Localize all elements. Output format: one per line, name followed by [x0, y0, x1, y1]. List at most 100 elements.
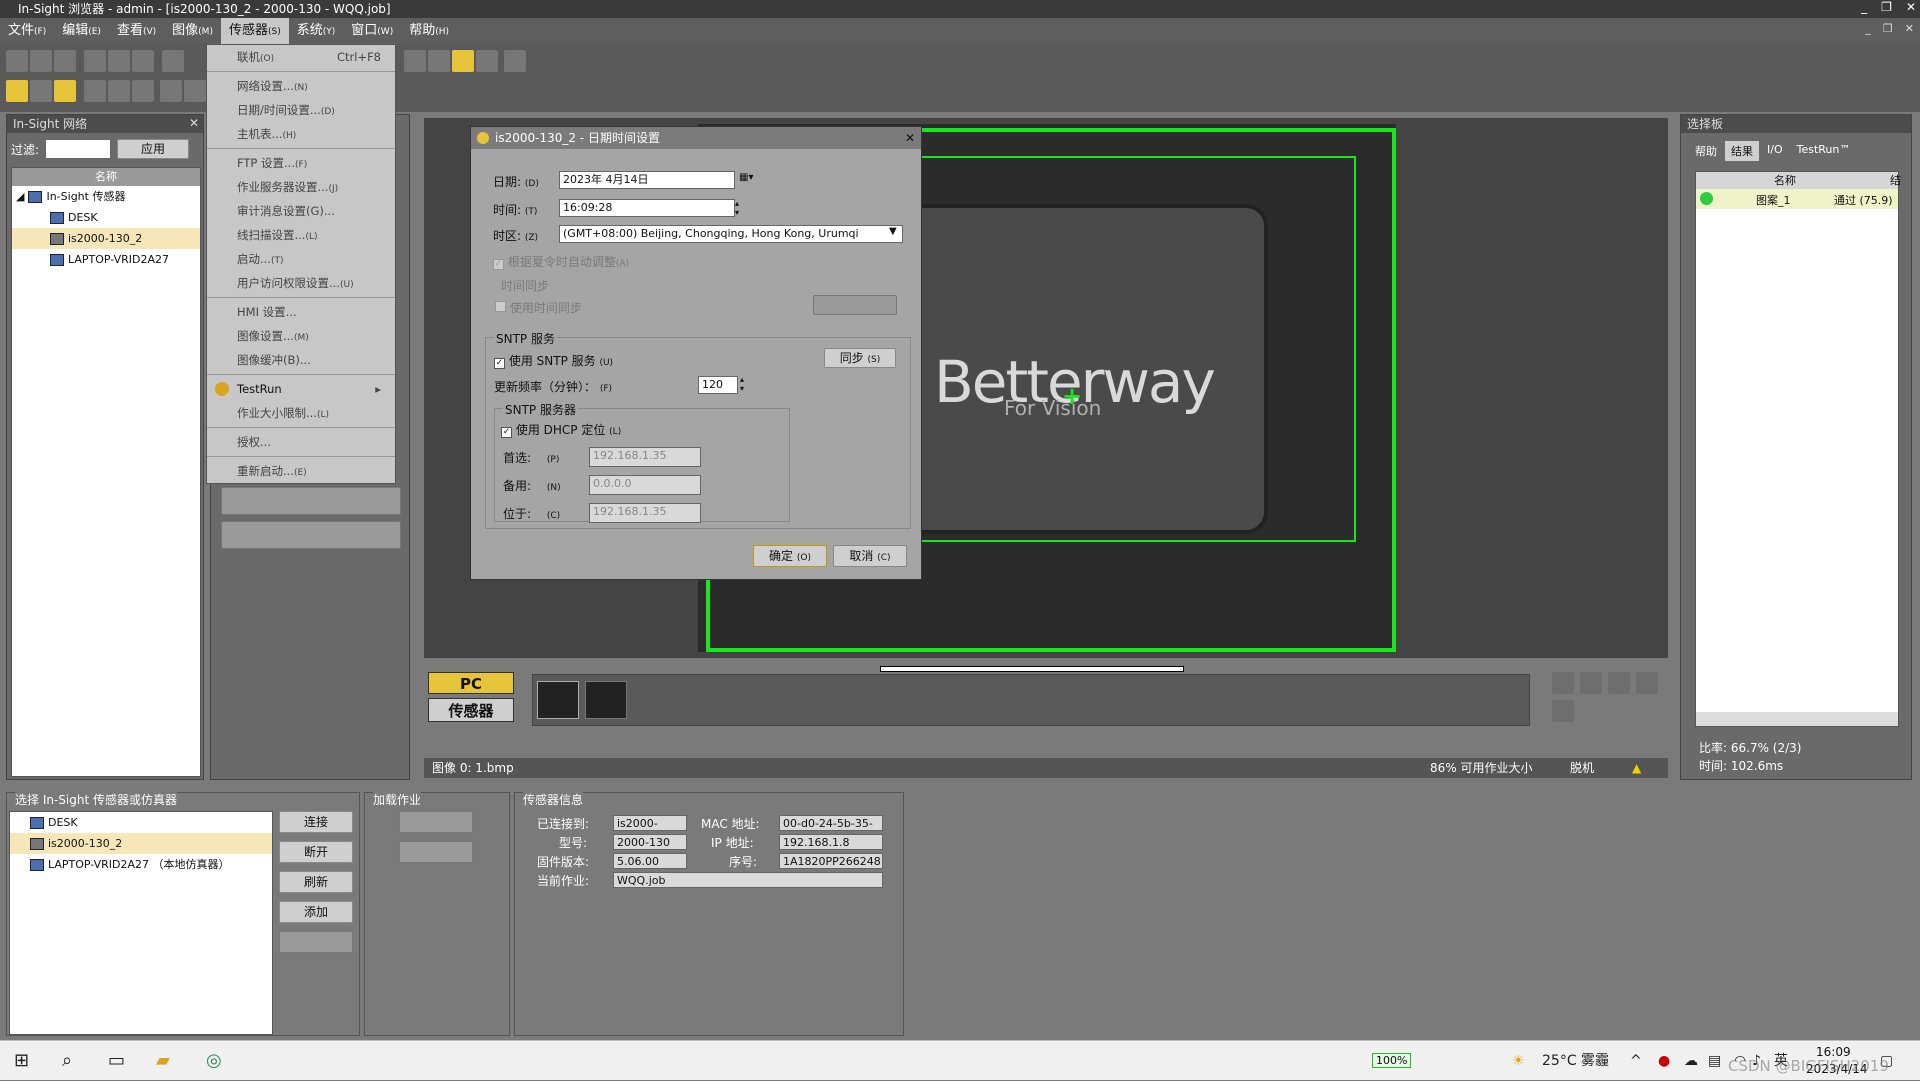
maximize-icon[interactable]: ❐	[1881, 0, 1892, 18]
menu-item-hmi[interactable]: HMI 设置...	[207, 300, 395, 324]
sensor-button[interactable]: 传感器	[428, 698, 514, 722]
new-icon[interactable]	[6, 50, 28, 72]
use-sntp-checkbox[interactable]: ✓	[494, 358, 505, 369]
tab-io[interactable]: I/O	[1761, 141, 1789, 161]
frequency-spinner-icon[interactable]: ▴ ▾	[740, 375, 744, 393]
communication-icon[interactable]	[132, 80, 154, 102]
menu-item-restart[interactable]: 重新启动...(E)	[207, 459, 395, 483]
time-spinner-icon[interactable]: ▴ ▾	[735, 199, 739, 217]
tray-chevron-icon[interactable]: ^	[1630, 1041, 1642, 1081]
tree-item-sensor[interactable]: is2000-130_2	[12, 228, 200, 249]
menu-view[interactable]: 查看(V)	[109, 18, 164, 44]
menu-item-image-buffer[interactable]: 图像缓冲(B)...	[207, 348, 395, 372]
undo-icon[interactable]	[162, 50, 184, 72]
image-scrollbar[interactable]	[880, 666, 1184, 672]
tab-results[interactable]: 结果	[1725, 141, 1759, 161]
tree-item-laptop[interactable]: LAPTOP-VRID2A27	[12, 249, 200, 270]
menu-item-ftp[interactable]: FTP 设置...(F)	[207, 151, 395, 175]
dst-checkbox[interactable]: ✓	[493, 259, 504, 270]
get-connected-icon[interactable]	[6, 80, 28, 102]
zoom-in-icon[interactable]	[428, 50, 450, 72]
disconnect-button[interactable]: 断开	[279, 841, 353, 863]
tree-root[interactable]: ◢ In-Sight 传感器	[12, 186, 200, 207]
menu-item-date-time[interactable]: 日期/时间设置...(D)	[207, 98, 395, 122]
use-dhcp-group[interactable]: ✓ 使用 DHCP 定位 (L)	[501, 421, 621, 438]
menu-item-license[interactable]: 授权...	[207, 430, 395, 454]
set-up-image-icon[interactable]	[30, 80, 52, 102]
battery-indicator[interactable]: 100%	[1372, 1053, 1412, 1068]
last-frame-icon[interactable]	[1636, 672, 1658, 694]
close-icon[interactable]: ✕	[1906, 0, 1916, 18]
power-icon[interactable]	[504, 50, 526, 72]
cut-icon[interactable]	[84, 50, 106, 72]
zoom-out-icon[interactable]	[404, 50, 426, 72]
menu-image[interactable]: 图像(M)	[164, 18, 221, 44]
open-job-button[interactable]: 打开作业	[399, 841, 473, 863]
refresh-button[interactable]: 刷新	[279, 871, 353, 893]
located-server-input[interactable]: 192.168.1.35	[589, 503, 701, 523]
menu-item-user-access[interactable]: 用户访问权限设置...(U)	[207, 271, 395, 295]
tray-app-icon[interactable]: ●	[1658, 1041, 1670, 1081]
weather-text[interactable]: 25°C 雾霾	[1542, 1041, 1609, 1081]
mdi-minimize-icon[interactable]: _	[1865, 22, 1871, 35]
open-icon[interactable]	[30, 50, 52, 72]
menu-sensor[interactable]: 传感器(S)	[220, 18, 289, 44]
weather-icon[interactable]: ☀	[1512, 1041, 1525, 1081]
dst-checkbox-group[interactable]: ✓ 根据夏令时自动调整(A)	[493, 253, 629, 270]
backup-server-input[interactable]: 0.0.0.0	[589, 475, 701, 495]
results-row[interactable]: 图案_1 通过 (75.9)	[1696, 189, 1898, 209]
results-scrollbar[interactable]	[1696, 712, 1898, 726]
windows-start-icon[interactable]: ⊞	[14, 1041, 29, 1081]
menu-help[interactable]: 帮助(H)	[401, 18, 457, 44]
job-icon[interactable]	[184, 80, 206, 102]
menu-item-testrun[interactable]: TestRun ▸	[207, 377, 395, 401]
use-dhcp-checkbox[interactable]: ✓	[501, 427, 512, 438]
search-icon[interactable]: ⌕	[62, 1041, 72, 1081]
locate-part-icon[interactable]	[54, 80, 76, 102]
apply-button[interactable]: 应用	[117, 139, 190, 159]
sensor-list-item[interactable]: is2000-130_2	[10, 833, 272, 854]
cloud-icon[interactable]: ☁	[1684, 1041, 1698, 1081]
update-frequency-input[interactable]: 120	[698, 376, 738, 394]
use-sntp-group[interactable]: ✓ 使用 SNTP 服务 (U)	[494, 352, 613, 369]
chevron-down-icon[interactable]: ▼	[889, 226, 897, 237]
panel-close-icon[interactable]: ✕	[189, 116, 199, 130]
pattern-region[interactable]	[918, 156, 1356, 542]
menu-item-network-settings[interactable]: 网络设置...(N)	[207, 74, 395, 98]
insight-explorer-icon[interactable]: ◎	[206, 1041, 222, 1081]
calendar-dropdown-icon[interactable]: ▦▾	[739, 172, 753, 183]
prev-frame-icon[interactable]	[1580, 672, 1602, 694]
tab-help[interactable]: 帮助	[1689, 141, 1723, 161]
io-icon[interactable]	[108, 80, 130, 102]
sync-details-button[interactable]: 同步详细信息	[813, 295, 897, 315]
menu-item-line-scan[interactable]: 线扫描设置...(L)	[207, 223, 395, 247]
first-frame-icon[interactable]	[1552, 672, 1574, 694]
inspect-part-icon[interactable]	[84, 80, 106, 102]
menu-system[interactable]: 系统(Y)	[289, 18, 344, 44]
file-explorer-icon[interactable]: ▰	[156, 1041, 170, 1081]
date-picker[interactable]: 2023年 4月14日	[559, 171, 735, 189]
filmstrip[interactable]	[532, 674, 1530, 726]
filmstrip-thumbnail[interactable]	[585, 681, 627, 719]
menu-item-host-table[interactable]: 主机表...(H)	[207, 122, 395, 146]
menu-edit[interactable]: 编辑(E)	[54, 18, 109, 44]
tab-testrun[interactable]: TestRun™	[1791, 141, 1857, 161]
menu-file[interactable]: 文件(F)	[0, 18, 54, 44]
menu-item-audit[interactable]: 审计消息设置(G)...	[207, 199, 395, 223]
dialog-close-icon[interactable]: ✕	[905, 127, 915, 149]
menu-item-image-settings[interactable]: 图像设置...(M)	[207, 324, 395, 348]
menu-window[interactable]: 窗口(W)	[343, 18, 401, 44]
pc-button[interactable]: PC	[428, 672, 514, 694]
emulator-button[interactable]: 仿真器	[279, 931, 353, 953]
use-timesync-group[interactable]: 使用时间同步	[495, 299, 582, 316]
add-button[interactable]: 添加	[279, 901, 353, 923]
menu-item-startup[interactable]: 启动...(T)	[207, 247, 395, 271]
expand-icon[interactable]: ◢	[16, 186, 24, 207]
copy-icon[interactable]	[108, 50, 130, 72]
run-job-button[interactable]: 运行作业	[221, 521, 401, 549]
mdi-close-icon[interactable]: ✕	[1905, 22, 1914, 35]
task-view-icon[interactable]: ▭	[108, 1041, 125, 1081]
menu-item-job-server[interactable]: 作业服务器设置...(J)	[207, 175, 395, 199]
paste-icon[interactable]	[132, 50, 154, 72]
use-timesync-checkbox[interactable]	[495, 301, 506, 312]
